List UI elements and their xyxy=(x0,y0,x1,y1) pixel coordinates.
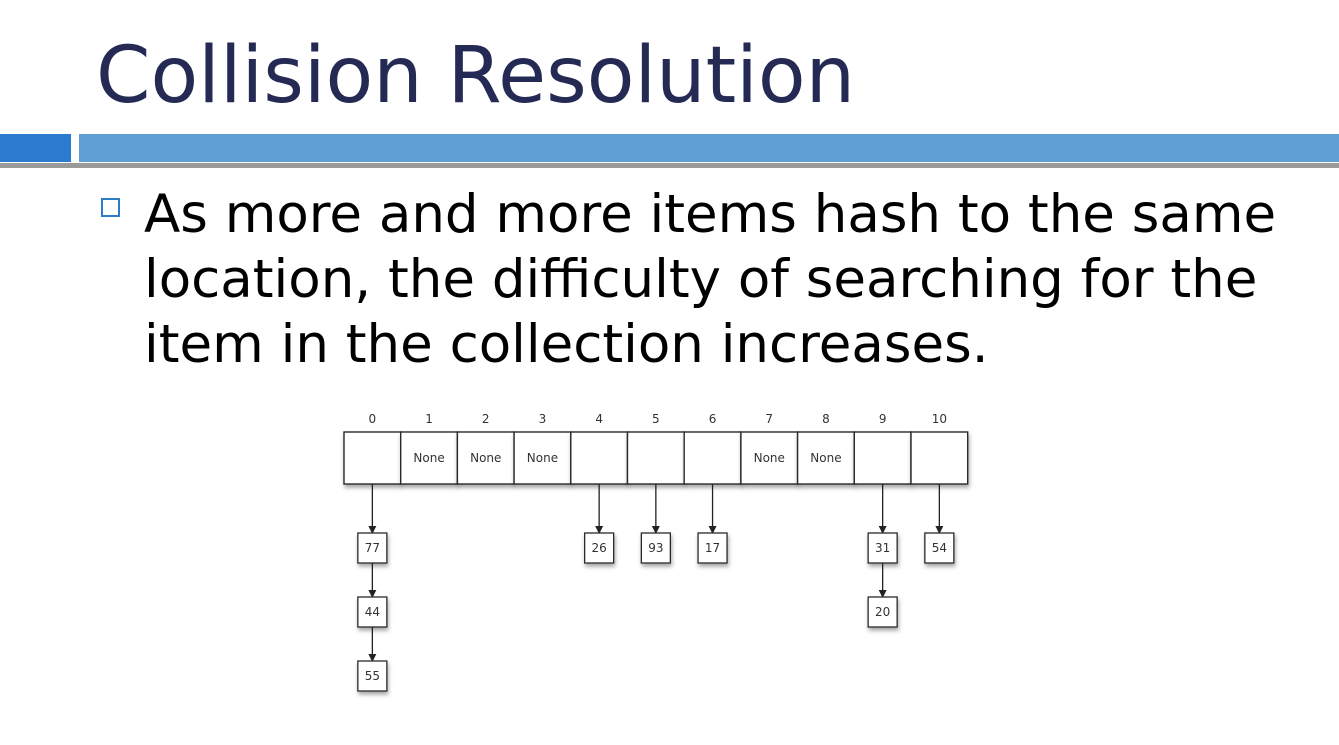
slot-index-label: 0 xyxy=(369,412,377,426)
slot-value-label: None xyxy=(810,451,841,465)
slot-index-label: 3 xyxy=(539,412,547,426)
chain-node-label: 55 xyxy=(365,669,380,683)
chain-node-label: 17 xyxy=(705,541,720,555)
slot-value-label: None xyxy=(470,451,501,465)
slot-index-label: 8 xyxy=(822,412,830,426)
hash-slot xyxy=(343,431,402,485)
chain-node-label: 54 xyxy=(932,541,947,555)
chain-node-label: 93 xyxy=(648,541,663,555)
hash-slot xyxy=(570,431,629,485)
chain-node-label: 31 xyxy=(875,541,890,555)
hash-table-diagram: 0 77 44 55 1 None 2 None 3 None 4 26 5 93 6 17 7 None 8 Non… xyxy=(343,412,969,692)
chain-node-label: 20 xyxy=(875,605,890,619)
slot-index-label: 2 xyxy=(482,412,490,426)
slot-index-label: 7 xyxy=(765,412,773,426)
chain-node-label: 44 xyxy=(365,605,380,619)
slot-index-label: 4 xyxy=(595,412,603,426)
slot-index-label: 1 xyxy=(425,412,433,426)
slot-index-label: 10 xyxy=(932,412,947,426)
slot-value-label: None xyxy=(754,451,785,465)
hash-slot xyxy=(683,431,742,485)
hash-slot xyxy=(853,431,912,485)
hash-slot xyxy=(910,431,969,485)
hash-slot xyxy=(626,431,685,485)
slot-value-label: None xyxy=(527,451,558,465)
chain-node-label: 26 xyxy=(592,541,607,555)
slot-index-label: 6 xyxy=(709,412,717,426)
chain-node-label: 77 xyxy=(365,541,380,555)
slot-index-label: 5 xyxy=(652,412,660,426)
slot-value-label: None xyxy=(413,451,444,465)
slot-index-label: 9 xyxy=(879,412,887,426)
